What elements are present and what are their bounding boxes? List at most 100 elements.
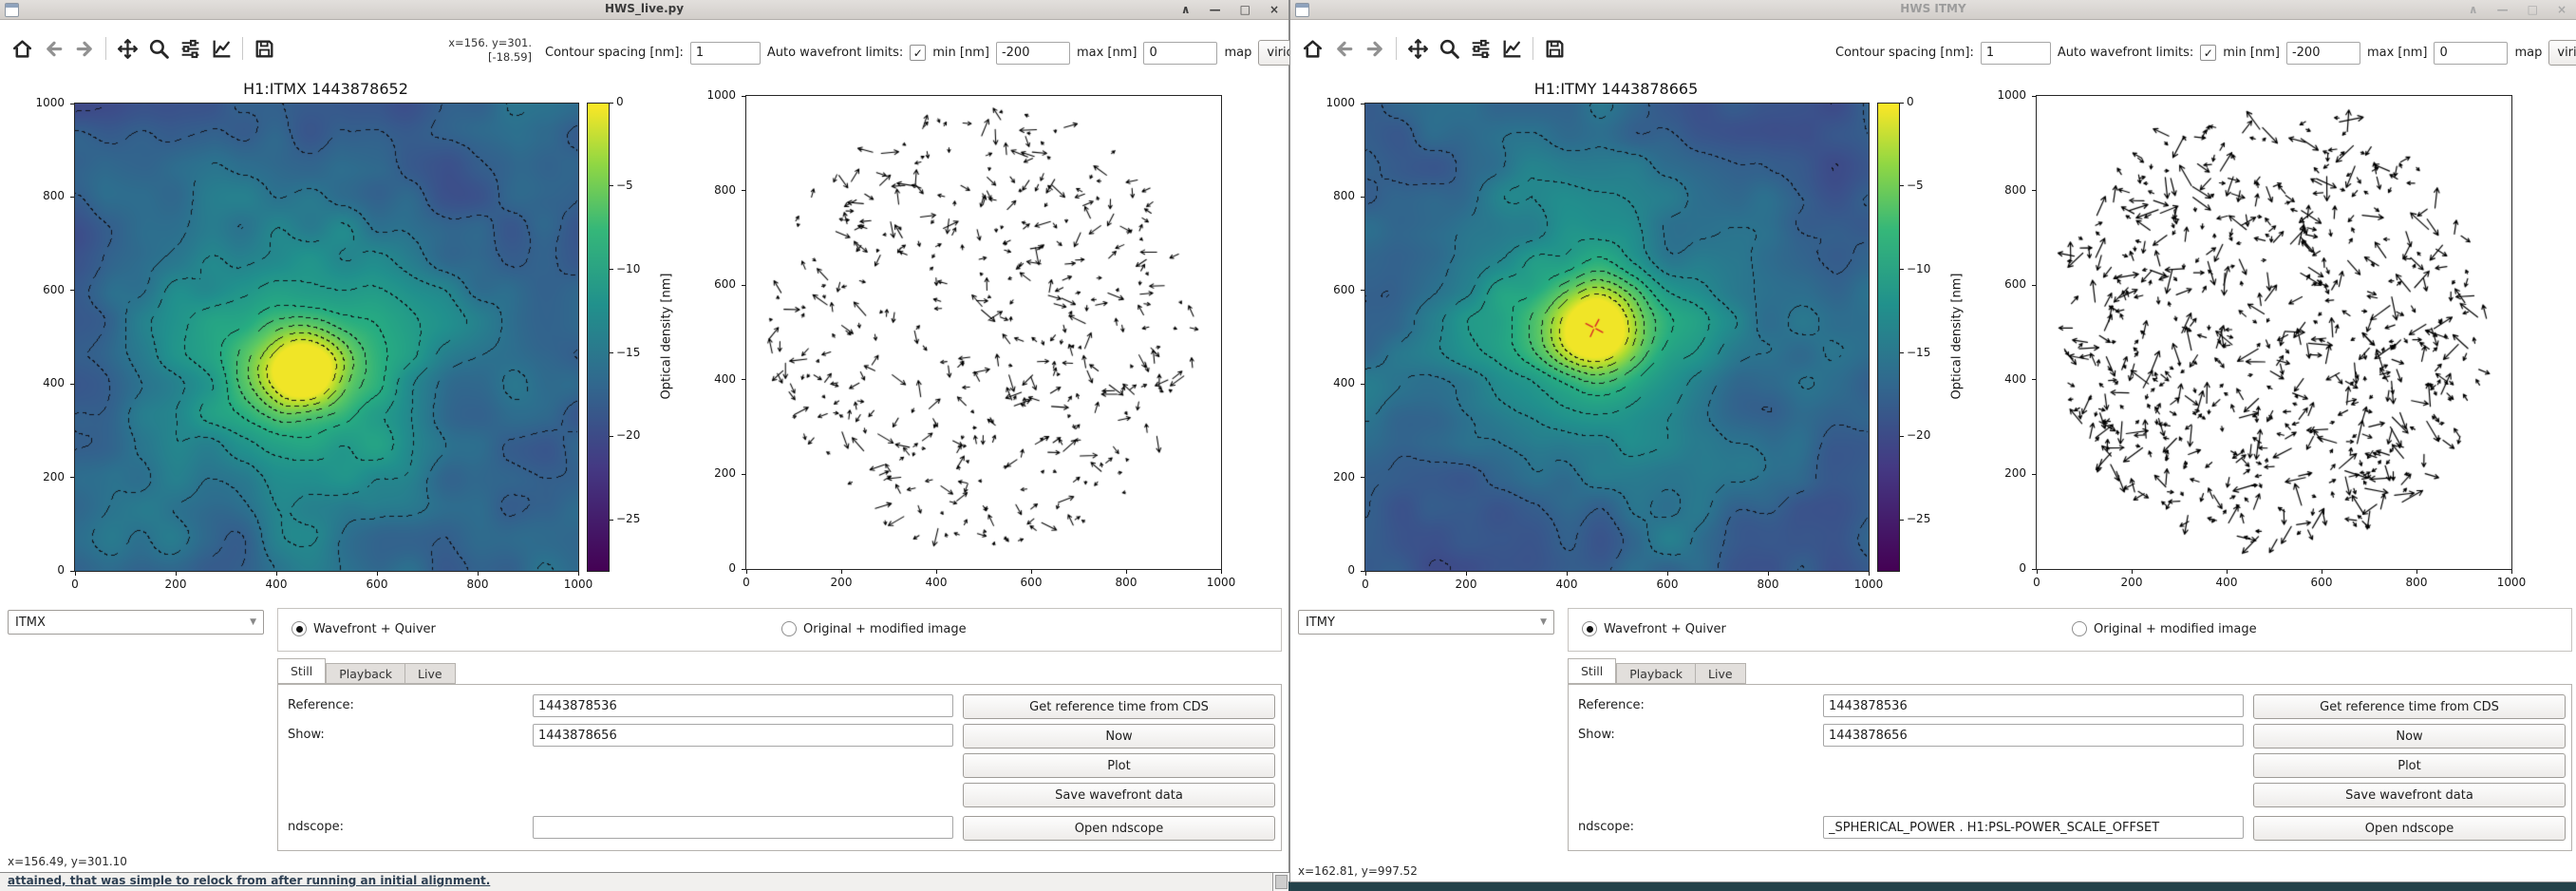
customize-icon[interactable]	[207, 34, 235, 63]
forward-icon[interactable]	[70, 34, 99, 63]
colorbar-tick-mark	[1900, 103, 1904, 104]
get-reference-time-button[interactable]: Get reference time from CDS	[963, 694, 1275, 719]
x-tick-mark	[478, 572, 479, 576]
wavefront-quiver-label: Wavefront + Quiver	[313, 622, 436, 636]
save-icon[interactable]	[1540, 34, 1569, 63]
quiver-plot[interactable]	[745, 95, 1222, 570]
minimize-button[interactable]: —	[2497, 0, 2509, 19]
background-link-text[interactable]: attained, that was simple to relock from…	[8, 874, 490, 887]
scrollbar-thumb[interactable]	[1275, 875, 1288, 889]
plot-button[interactable]: Plot	[2253, 753, 2566, 778]
background-window-strip: attained, that was simple to relock from…	[0, 872, 1272, 891]
tab-live[interactable]: Live	[404, 663, 456, 684]
quiver-plot[interactable]	[2036, 95, 2512, 570]
colorbar-tick-mark	[1900, 185, 1904, 186]
zoom-icon[interactable]	[1435, 34, 1463, 63]
contour-canvas[interactable]	[1365, 104, 1869, 571]
colorbar-tick-mark	[1900, 436, 1904, 437]
quiver-canvas[interactable]	[2037, 96, 2511, 569]
home-icon[interactable]	[1298, 34, 1326, 63]
forward-icon[interactable]	[1361, 34, 1389, 63]
optic-select[interactable]: ITMX ▼	[8, 610, 264, 635]
save-wavefront-button[interactable]: Save wavefront data	[963, 783, 1275, 807]
show-input[interactable]	[1823, 724, 2244, 747]
y-tick-label: 0	[692, 561, 736, 576]
wavefront-quiver-option[interactable]: Wavefront + Quiver	[291, 621, 436, 636]
ndscope-input[interactable]	[533, 816, 953, 839]
optic-select[interactable]: ITMY ▼	[1298, 610, 1554, 635]
close-button[interactable]: ×	[2557, 0, 2567, 19]
pan-icon[interactable]	[1403, 34, 1432, 63]
shade-button[interactable]: ∧	[2469, 0, 2478, 19]
x-tick-label: 0	[52, 578, 98, 592]
colorbar-tick-mark	[1900, 352, 1904, 353]
max-nm-input[interactable]	[2434, 42, 2508, 65]
auto-wavefront-limits-checkbox[interactable]: ✓	[910, 45, 926, 61]
auto-wavefront-limits-checkbox[interactable]: ✓	[2200, 45, 2216, 61]
zoom-icon[interactable]	[144, 34, 173, 63]
open-ndscope-button[interactable]: Open ndscope	[2253, 816, 2566, 841]
get-reference-time-button[interactable]: Get reference time from CDS	[2253, 694, 2566, 719]
window-title: HWS ITMY	[1290, 2, 2576, 15]
max-nm-input[interactable]	[1143, 42, 1217, 65]
y-tick-label: 200	[21, 470, 65, 484]
now-button[interactable]: Now	[963, 724, 1275, 749]
save-wavefront-button[interactable]: Save wavefront data	[2253, 783, 2566, 807]
radio-unselected-icon	[781, 621, 797, 636]
colormap-select[interactable]: viridis ▾	[2548, 40, 2576, 66]
y-tick-label: 1000	[1311, 96, 1355, 110]
reference-input[interactable]	[533, 694, 953, 717]
back-icon[interactable]	[1329, 34, 1358, 63]
colorbar-tick-mark	[1900, 269, 1904, 270]
open-ndscope-button[interactable]: Open ndscope	[963, 816, 1275, 841]
toolbar-controls: Contour spacing [nm]: Auto wavefront lim…	[1835, 40, 2576, 66]
original-modified-option[interactable]: Original + modified image	[781, 621, 967, 636]
tab-still[interactable]: Still	[277, 658, 326, 684]
colorbar-tick-label: −15	[616, 346, 654, 360]
home-icon[interactable]	[8, 34, 36, 63]
background-scrollbar[interactable]	[1272, 872, 1289, 891]
minimize-button[interactable]: —	[1210, 0, 1221, 19]
original-modified-option[interactable]: Original + modified image	[2072, 621, 2257, 636]
save-icon[interactable]	[250, 34, 278, 63]
x-tick-label: 200	[153, 578, 198, 592]
x-tick-label: 400	[1544, 578, 1589, 592]
back-icon[interactable]	[39, 34, 67, 63]
reference-input[interactable]	[1823, 694, 2244, 717]
colorbar-tick-mark	[610, 436, 613, 437]
min-nm-input[interactable]	[996, 42, 1070, 65]
plot-button[interactable]: Plot	[963, 753, 1275, 778]
y-tick-label: 400	[1311, 376, 1355, 390]
wavefront-contour-plot[interactable]	[74, 103, 579, 572]
contour-spacing-input[interactable]	[1981, 42, 2051, 65]
min-nm-input[interactable]	[2286, 42, 2360, 65]
contour-spacing-input[interactable]	[690, 42, 761, 65]
tab-live[interactable]: Live	[1695, 663, 1746, 684]
y-tick-label: 600	[692, 277, 736, 292]
close-button[interactable]: ×	[1269, 0, 1279, 19]
maximize-button[interactable]: □	[1240, 0, 1250, 19]
now-button[interactable]: Now	[2253, 724, 2566, 749]
show-input[interactable]	[533, 724, 953, 747]
x-tick-label: 400	[913, 576, 959, 590]
titlebar[interactable]: HWS ITMY ∧ — □ ×	[1290, 0, 2576, 20]
wavefront-contour-plot[interactable]	[1364, 103, 1870, 572]
subplots-icon[interactable]	[176, 34, 204, 63]
titlebar[interactable]: HWS_live.py ∧ — □ ×	[0, 0, 1288, 20]
x-tick-mark	[2227, 570, 2228, 574]
contour-canvas[interactable]	[75, 104, 578, 571]
pan-icon[interactable]	[113, 34, 141, 63]
colorbar-tick-mark	[610, 185, 613, 186]
shade-button[interactable]: ∧	[1181, 0, 1191, 19]
wavefront-quiver-option[interactable]: Wavefront + Quiver	[1582, 621, 1726, 636]
ndscope-input[interactable]	[1823, 816, 2244, 839]
y-tick-label: 1000	[692, 88, 736, 103]
tab-still[interactable]: Still	[1568, 658, 1616, 684]
quiver-canvas[interactable]	[746, 96, 1221, 569]
tab-playback[interactable]: Playback	[1616, 663, 1695, 684]
min-nm-label: min [nm]	[2223, 46, 2280, 60]
subplots-icon[interactable]	[1466, 34, 1495, 63]
maximize-button[interactable]: □	[2528, 0, 2538, 19]
tab-playback[interactable]: Playback	[326, 663, 404, 684]
customize-icon[interactable]	[1497, 34, 1526, 63]
